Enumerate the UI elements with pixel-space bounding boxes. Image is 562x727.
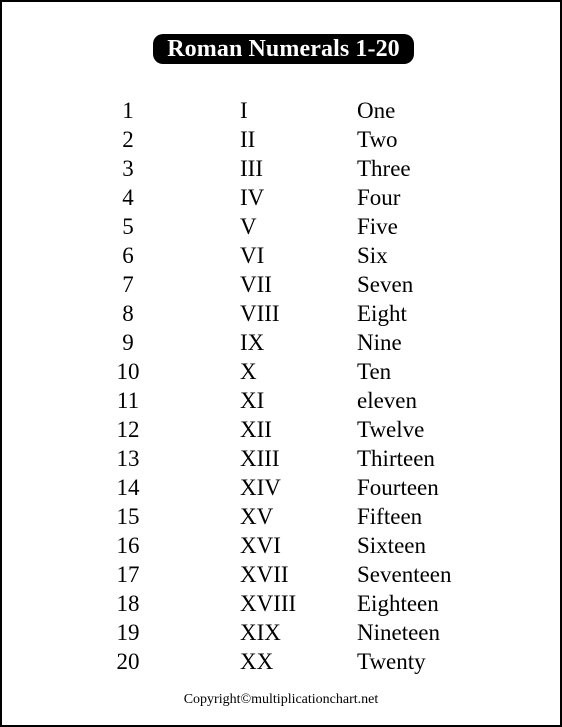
table-row: 7 VII Seven: [2, 270, 560, 299]
roman-numerals-table: 1 I One 2 II Two 3 III Three 4 IV Four 5 V Five 6 VI Six 7…: [2, 96, 560, 676]
table-row: 14 XIV Fourteen: [2, 473, 560, 502]
cell-arabic-number: 10: [116, 359, 140, 384]
cell-arabic-number: 7: [122, 272, 134, 297]
table-row: 20 XX Twenty: [2, 647, 560, 676]
cell-number-word: Six: [357, 243, 388, 268]
table-row: 1 I One: [2, 96, 560, 125]
cell-roman-numeral: VI: [240, 243, 265, 268]
cell-arabic-number: 6: [122, 243, 134, 268]
cell-roman-numeral: XI: [240, 388, 265, 413]
cell-arabic-number: 20: [116, 649, 140, 674]
cell-roman-numeral: I: [240, 98, 248, 123]
table-row: 8 VIII Eight: [2, 299, 560, 328]
cell-roman-numeral: V: [240, 214, 257, 239]
cell-roman-numeral: XVIII: [240, 591, 297, 616]
cell-arabic-number: 8: [122, 301, 134, 326]
cell-arabic-number: 19: [116, 620, 140, 645]
cell-arabic-number: 13: [116, 446, 140, 471]
cell-roman-numeral: X: [240, 359, 257, 384]
cell-arabic-number: 14: [116, 475, 140, 500]
cell-number-word: Seven: [357, 272, 414, 297]
cell-roman-numeral: XV: [240, 504, 274, 529]
cell-arabic-number: 3: [122, 156, 134, 181]
table-row: 11 XI eleven: [2, 386, 560, 415]
cell-arabic-number: 15: [116, 504, 140, 529]
cell-roman-numeral: IX: [240, 330, 265, 355]
table-row: 12 XII Twelve: [2, 415, 560, 444]
cell-arabic-number: 18: [116, 591, 140, 616]
cell-number-word: Fourteen: [357, 475, 439, 500]
cell-arabic-number: 5: [122, 214, 134, 239]
cell-roman-numeral: XIV: [240, 475, 281, 500]
cell-arabic-number: 4: [122, 185, 134, 210]
cell-number-word: eleven: [357, 388, 418, 413]
cell-roman-numeral: VII: [240, 272, 272, 297]
cell-roman-numeral: XIX: [240, 620, 281, 645]
cell-number-word: Three: [357, 156, 411, 181]
cell-number-word: Twelve: [357, 417, 425, 442]
table-row: 6 VI Six: [2, 241, 560, 270]
table-row: 5 V Five: [2, 212, 560, 241]
table-row: 17 XVII Seventeen: [2, 560, 560, 589]
table-row: 2 II Two: [2, 125, 560, 154]
cell-number-word: Twenty: [357, 649, 426, 674]
cell-number-word: Thirteen: [357, 446, 435, 471]
table-row: 10 X Ten: [2, 357, 560, 386]
cell-number-word: Fifteen: [357, 504, 423, 529]
cell-arabic-number: 17: [116, 562, 140, 587]
cell-arabic-number: 1: [122, 98, 134, 123]
table-row: 19 XIX Nineteen: [2, 618, 560, 647]
title-banner: Roman Numerals 1-20: [153, 34, 414, 64]
cell-roman-numeral: XX: [240, 649, 274, 674]
roman-numerals-chart-page: Roman Numerals 1-20 1 I One 2 II Two 3 III Three…: [0, 0, 562, 727]
cell-number-word: Nineteen: [357, 620, 441, 645]
table-row: 15 XV Fifteen: [2, 502, 560, 531]
cell-arabic-number: 12: [116, 417, 140, 442]
cell-arabic-number: 11: [116, 388, 140, 413]
cell-roman-numeral: III: [240, 156, 263, 181]
cell-number-word: Four: [357, 185, 401, 210]
copyright-footer: Copyright©multiplicationchart.net: [183, 692, 379, 707]
cell-roman-numeral: IV: [240, 185, 265, 210]
cell-number-word: Nine: [357, 330, 402, 355]
page-title: Roman Numerals 1-20: [167, 36, 400, 62]
cell-number-word: Sixteen: [357, 533, 426, 558]
cell-roman-numeral: II: [240, 127, 256, 152]
table-row: 3 III Three: [2, 154, 560, 183]
cell-roman-numeral: XIII: [240, 446, 280, 471]
cell-number-word: Two: [357, 127, 398, 152]
table-row: 4 IV Four: [2, 183, 560, 212]
table-row: 13 XIII Thirteen: [2, 444, 560, 473]
cell-number-word: Ten: [357, 359, 392, 384]
table-row: 18 XVIII Eighteen: [2, 589, 560, 618]
cell-arabic-number: 9: [122, 330, 134, 355]
cell-roman-numeral: XII: [240, 417, 272, 442]
cell-number-word: One: [357, 98, 396, 123]
cell-arabic-number: 2: [122, 127, 134, 152]
cell-roman-numeral: XVI: [240, 533, 281, 558]
cell-number-word: Five: [357, 214, 398, 239]
cell-roman-numeral: VIII: [240, 301, 280, 326]
cell-roman-numeral: XVII: [240, 562, 289, 587]
cell-arabic-number: 16: [116, 533, 140, 558]
table-row: 9 IX Nine: [2, 328, 560, 357]
table-row: 16 XVI Sixteen: [2, 531, 560, 560]
cell-number-word: Eighteen: [357, 591, 439, 616]
cell-number-word: Eight: [357, 301, 407, 326]
cell-number-word: Seventeen: [357, 562, 452, 587]
